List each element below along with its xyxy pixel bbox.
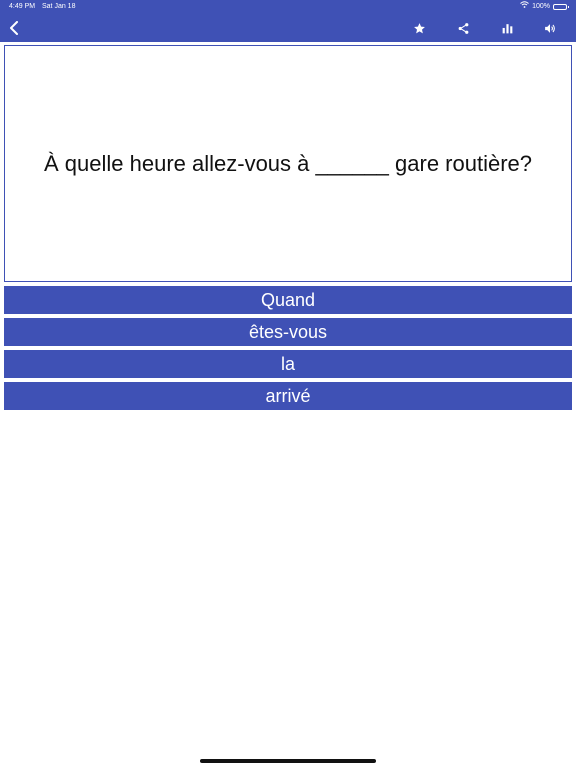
answer-button-2[interactable]: êtes-vous (4, 318, 572, 346)
battery-percent: 100% (532, 3, 550, 10)
status-date: Sat Jan 18 (42, 3, 76, 10)
answer-button-4[interactable]: arrivé (4, 382, 572, 410)
status-bar: 4:49 PM Sat Jan 18 100% (0, 0, 576, 14)
answer-button-3[interactable]: la (4, 350, 572, 378)
star-icon[interactable] (405, 14, 433, 42)
status-time: 4:49 PM (9, 3, 36, 10)
bar-chart-icon[interactable] (493, 14, 521, 42)
status-right: 100% (520, 0, 569, 14)
question-card: À quelle heure allez-vous à ______ gare … (4, 45, 572, 282)
home-indicator (200, 759, 376, 763)
speaker-icon[interactable] (536, 14, 564, 42)
answer-button-1[interactable]: Quand (4, 286, 572, 314)
toolbar (0, 14, 576, 42)
share-icon[interactable] (449, 14, 477, 42)
question-text: À quelle heure allez-vous à ______ gare … (44, 150, 532, 176)
back-chevron-icon[interactable] (0, 14, 28, 42)
wifi-icon (520, 0, 529, 14)
battery-icon (553, 4, 569, 10)
